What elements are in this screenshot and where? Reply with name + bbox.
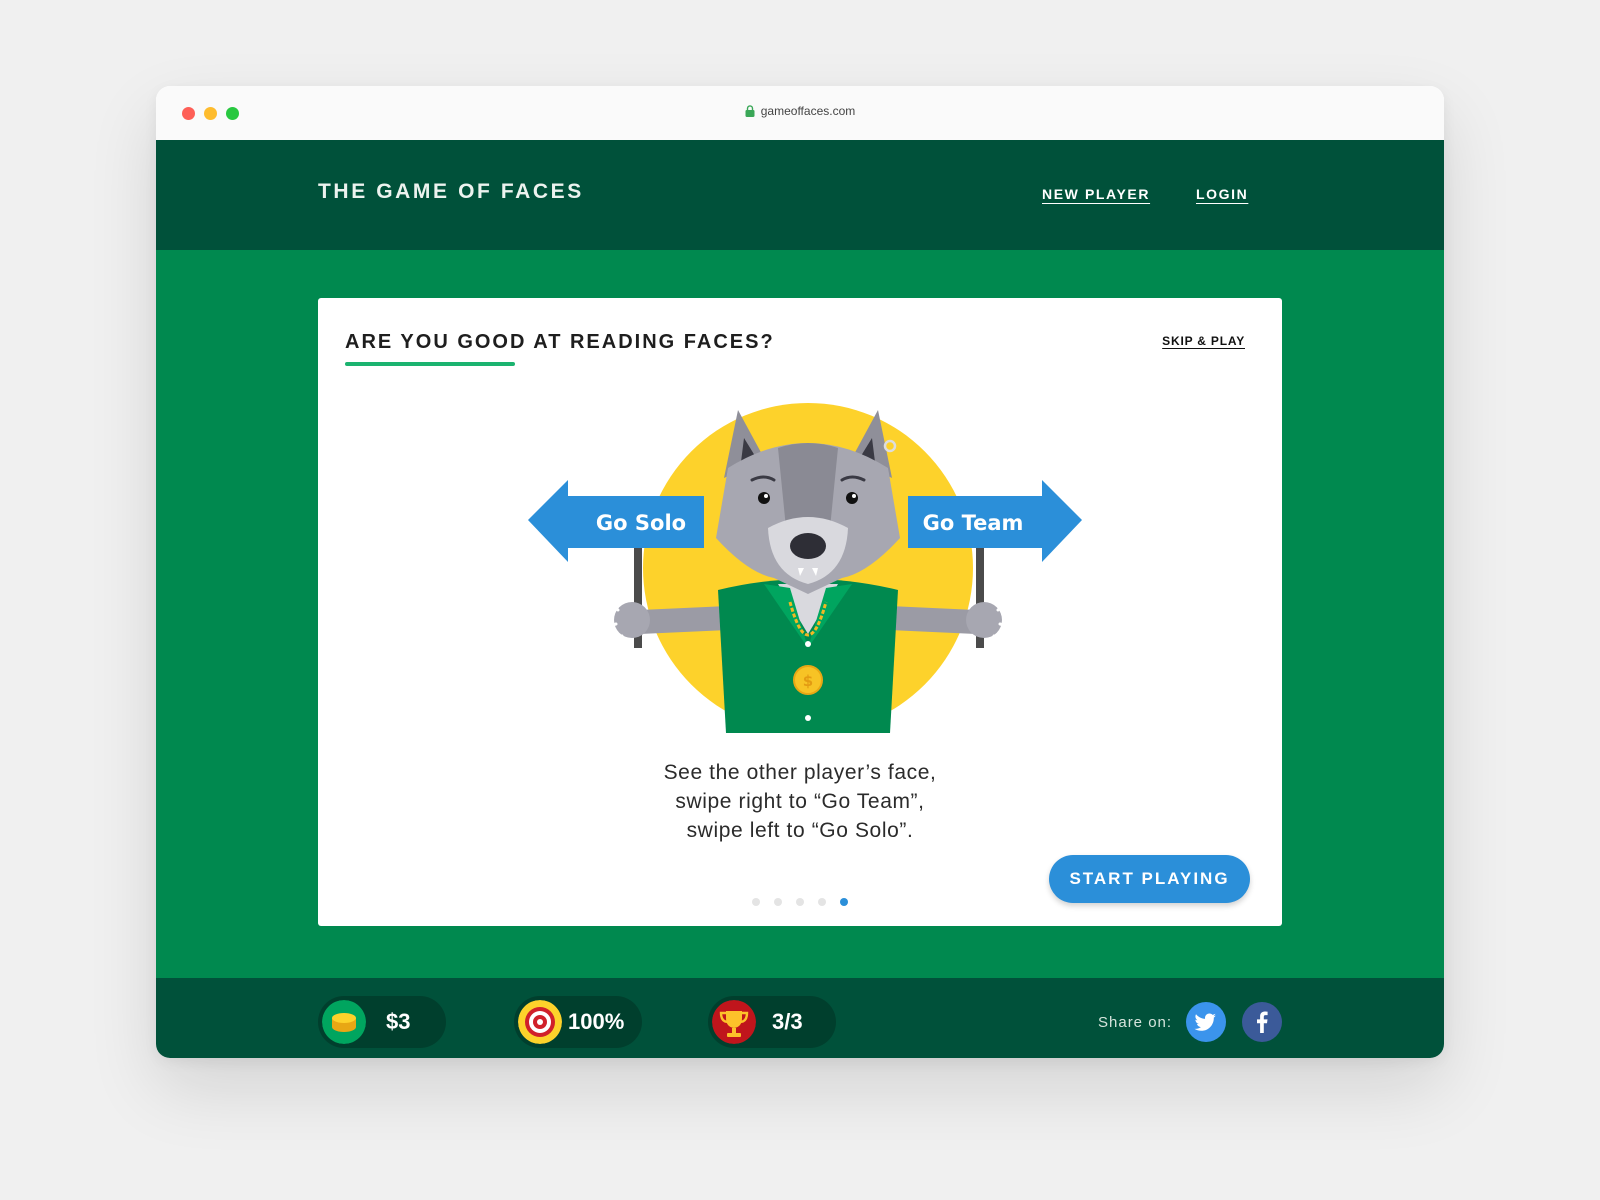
site-header: THE GAME OF FACES NEW PLAYER LOGIN — [156, 140, 1444, 250]
coin-icon — [322, 1000, 366, 1044]
money-value: $3 — [386, 1009, 411, 1034]
right-arm — [888, 606, 976, 634]
svg-text:$: $ — [803, 672, 813, 690]
site-brand[interactable]: THE GAME OF FACES — [318, 180, 584, 204]
skip-and-play-link[interactable]: SKIP & PLAY — [1162, 334, 1245, 348]
title-underline — [345, 362, 515, 366]
trophy-icon — [712, 1000, 756, 1044]
wolf-illustration: Go Solo Go Team $ — [528, 403, 1082, 733]
new-player-link[interactable]: NEW PLAYER — [1042, 186, 1150, 202]
login-link[interactable]: LOGIN — [1196, 186, 1248, 202]
go-solo-label: Go Solo — [596, 511, 686, 535]
caption-line-1: See the other player’s face, — [663, 761, 937, 784]
pager-dot[interactable] — [796, 898, 804, 906]
lock-icon — [745, 105, 755, 117]
address-bar[interactable]: gameoffaces.com — [156, 104, 1444, 118]
trophy-value: 3/3 — [772, 1009, 803, 1034]
pager-dot[interactable] — [752, 898, 760, 906]
pager-dot[interactable] — [774, 898, 782, 906]
accuracy-value: 100% — [568, 1009, 625, 1034]
twitter-share-button[interactable] — [1186, 1002, 1226, 1042]
url-text: gameoffaces.com — [760, 104, 856, 118]
caption-line-3: swipe left to “Go Solo”. — [686, 819, 914, 842]
go-team-label: Go Team — [923, 511, 1024, 535]
accuracy-stat: 100% — [514, 996, 642, 1048]
money-stat: $3 — [318, 996, 446, 1048]
trophy-stat: 3/3 — [708, 996, 836, 1048]
browser-window: gameoffaces.com THE GAME OF FACES NEW PL… — [156, 86, 1444, 1058]
facebook-share-button[interactable] — [1242, 1002, 1282, 1042]
card-title: ARE YOU GOOD AT READING FACES? — [345, 331, 775, 353]
target-icon — [518, 1000, 562, 1044]
caption-line-2: swipe right to “Go Team”, — [675, 790, 925, 813]
browser-chrome: gameoffaces.com — [156, 86, 1444, 140]
left-arm — [640, 606, 728, 634]
twitter-icon — [1194, 1013, 1216, 1031]
share-label: Share on: — [1098, 1014, 1173, 1031]
pager-dot[interactable] — [818, 898, 826, 906]
instruction-caption: See the other player’s face, swipe right… — [318, 758, 1282, 845]
start-playing-button[interactable]: START PLAYING — [1049, 855, 1250, 903]
facebook-icon — [1257, 1011, 1268, 1033]
pager-dot[interactable] — [840, 898, 848, 906]
onboarding-card: ARE YOU GOOD AT READING FACES? SKIP & PL… — [318, 298, 1282, 926]
stats-footer: $3 100% 3/3 Share on: — [156, 978, 1444, 1058]
